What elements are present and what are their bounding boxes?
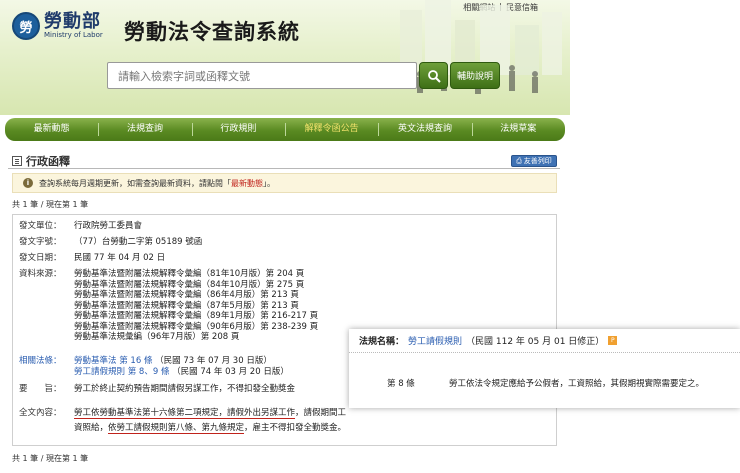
notice-latest-link[interactable]: 最新動態 bbox=[231, 178, 263, 189]
related-law-link[interactable]: 勞工請假規則 bbox=[74, 367, 125, 377]
ministry-emblem-icon: 勞 bbox=[12, 12, 40, 40]
related-articles-label: 相關法條： bbox=[19, 356, 62, 366]
nav-latest-news[interactable]: 最新動態 bbox=[5, 118, 98, 141]
source-row: 資料來源： 勞動基準法暨附屬法規解釋令彙編（81年10月版）第 204 頁 勞動… bbox=[19, 269, 318, 343]
issuer-label: 發文單位： bbox=[19, 221, 62, 231]
article-text: 勞工依法令規定應給予公假者，工資照給，其假期視實際需要定之。 bbox=[449, 379, 705, 389]
fulltext-highlight: 勞工依勞動基準法第十六條第二項規定，請假外出另謀工作 bbox=[74, 408, 296, 419]
issue-date-value: 民國 77 年 04 月 02 日 bbox=[74, 253, 166, 263]
print-friendly-label: 友善列印 bbox=[523, 157, 552, 165]
summary-label: 要 旨： bbox=[19, 384, 62, 394]
pager-bottom: 共 1 筆 / 現在第 1 筆 bbox=[12, 454, 89, 463]
divider bbox=[8, 168, 560, 169]
section-title: 行政函釋 bbox=[12, 153, 70, 169]
main-nav: 最新動態 法規查詢 行政規則 解釋令函公告 英文法規查詢 法規草案 bbox=[5, 118, 565, 141]
city-skyline-illustration bbox=[400, 0, 562, 94]
fulltext-highlight: 依勞工請假規則第八條、第九條規定 bbox=[108, 423, 245, 434]
source-item: 勞動基準法暨附屬法規解釋令彙編（87年5月版）第 213 頁 bbox=[74, 300, 299, 311]
info-icon: i bbox=[23, 178, 33, 188]
nav-law-query[interactable]: 法規查詢 bbox=[98, 118, 191, 141]
related-law-date: （民國 74 年 03 月 20 日版） bbox=[172, 366, 289, 377]
pdf-icon[interactable]: P bbox=[608, 336, 618, 345]
article-number: 第 8 條 bbox=[387, 379, 415, 389]
fulltext-value: 勞工依勞動基準法第十六條第二項規定，請假外出另謀工作，請假期間工 資照給，依勞工… bbox=[74, 406, 374, 436]
fulltext-text: ，雇主不得扣發全勤獎金。 bbox=[244, 423, 347, 433]
update-notice: i 查詢系統每月週期更新，如需查詢最新資料，請點閱「 最新動態 」。 bbox=[12, 173, 557, 193]
system-title: 勞動法令查詢系統 bbox=[124, 20, 300, 44]
printer-icon: ⎙ bbox=[516, 156, 522, 165]
law-amend-date: （民國 112 年 05 月 01 日修正） bbox=[466, 337, 605, 347]
source-item: 勞動基準法暨附屬法規解釋令彙編（89年1月版）第 216-217 頁 bbox=[74, 311, 319, 321]
fulltext-text: 資照給， bbox=[74, 423, 109, 433]
issue-date-row: 發文日期： 民國 77 年 04 月 02 日 bbox=[19, 253, 165, 264]
nav-admin-rules[interactable]: 行政規則 bbox=[191, 118, 285, 141]
source-list: 勞動基準法暨附屬法規解釋令彙編（81年10月版）第 204 頁 勞動基準法暨附屬… bbox=[74, 269, 318, 343]
document-icon bbox=[12, 156, 22, 166]
nav-english-law-query[interactable]: 英文法規查詢 bbox=[378, 118, 471, 141]
search-button[interactable] bbox=[419, 62, 448, 89]
law-name-label: 法規名稱： bbox=[359, 337, 405, 347]
related-articles-link[interactable]: 第 16 條 bbox=[119, 356, 152, 366]
related-articles-row: 相關法條： 勞動基準法 第 16 條 （民國 73 年 07 月 30 日版） … bbox=[19, 356, 289, 377]
related-articles-link[interactable]: 第 8、9 條 bbox=[128, 367, 170, 377]
fulltext-text: ，請假期間工 bbox=[295, 408, 347, 418]
notice-text-after: 」。 bbox=[263, 178, 275, 188]
site-header: 相關網站 | 民意信箱 勞 勞動部 Ministry of Labor 勞動法令… bbox=[0, 0, 570, 115]
print-friendly-button[interactable]: ⎙ 友善列印 bbox=[511, 155, 557, 167]
issuer-value: 行政院勞工委員會 bbox=[74, 221, 143, 231]
source-item: 勞動基準法暨附屬法規解釋令彙編（81年10月版）第 204 頁 bbox=[74, 269, 305, 279]
doc-number-label: 發文字號： bbox=[19, 237, 62, 247]
ministry-logo[interactable]: 勞 勞動部 Ministry of Labor bbox=[12, 12, 103, 40]
related-law-link[interactable]: 勞動基準法 bbox=[74, 356, 117, 366]
source-item: 勞動基準法規彙編（96年7月版）第 208 頁 bbox=[74, 332, 240, 342]
source-label: 資料來源： bbox=[19, 269, 62, 279]
source-item: 勞動基準法暨附屬法規解釋令彙編（86年4月版）第 213 頁 bbox=[74, 290, 299, 300]
fulltext-label: 全文內容： bbox=[19, 408, 62, 418]
section-title-text: 行政函釋 bbox=[26, 155, 70, 168]
fulltext-row: 全文內容： 勞工依勞動基準法第十六條第二項規定，請假外出另謀工作，請假期間工 資… bbox=[19, 406, 374, 436]
logo-chinese-name: 勞動部 bbox=[44, 10, 101, 32]
search-input[interactable]: 請輸入檢索字詞或函釋文號 bbox=[107, 62, 417, 89]
source-item: 勞動基準法暨附屬法規解釋令彙編（90年6月版）第 238-239 頁 bbox=[74, 321, 319, 332]
pager-top: 共 1 筆 / 現在第 1 筆 bbox=[12, 200, 89, 209]
notice-text-before: 查詢系統每月週期更新，如需查詢最新資料，請點閱「 bbox=[39, 178, 231, 188]
summary-row: 要 旨： 勞工於終止契約預告期間請假另謀工作，不得扣發全勤獎金 bbox=[19, 384, 295, 395]
related-law-date: （民國 73 年 07 月 30 日版） bbox=[155, 356, 272, 366]
issue-date-label: 發文日期： bbox=[19, 253, 62, 263]
help-button[interactable]: 輔助說明 bbox=[450, 62, 500, 89]
source-item: 勞動基準法暨附屬法規解釋令彙編（84年10月版）第 275 頁 bbox=[74, 279, 305, 290]
law-name-link[interactable]: 勞工請假規則 bbox=[408, 334, 462, 347]
popup-header: 法規名稱： 勞工請假規則 （民國 112 年 05 月 01 日修正） P bbox=[349, 329, 740, 353]
popup-article: 第 8 條 勞工依法令規定應給予公假者，工資照給，其假期視實際需要定之。 bbox=[387, 377, 704, 389]
search-icon bbox=[427, 69, 441, 83]
doc-number-row: 發文字號： （77）台勞動二字第 05189 號函 bbox=[19, 237, 202, 248]
related-articles-list: 勞動基準法 第 16 條 （民國 73 年 07 月 30 日版） 勞工請假規則… bbox=[74, 356, 289, 377]
doc-number-value: （77）台勞動二字第 05189 號函 bbox=[74, 237, 203, 247]
nav-draft-laws[interactable]: 法規草案 bbox=[471, 118, 565, 141]
issuer-row: 發文單位： 行政院勞工委員會 bbox=[19, 221, 142, 232]
nav-interpretation-announcements[interactable]: 解釋令函公告 bbox=[284, 118, 378, 141]
summary-value: 勞工於終止契約預告期間請假另謀工作，不得扣發全勤獎金 bbox=[74, 384, 296, 394]
logo-english-name: Ministry of Labor bbox=[44, 30, 103, 39]
law-article-popup: 法規名稱： 勞工請假規則 （民國 112 年 05 月 01 日修正） P 第 … bbox=[349, 329, 740, 408]
